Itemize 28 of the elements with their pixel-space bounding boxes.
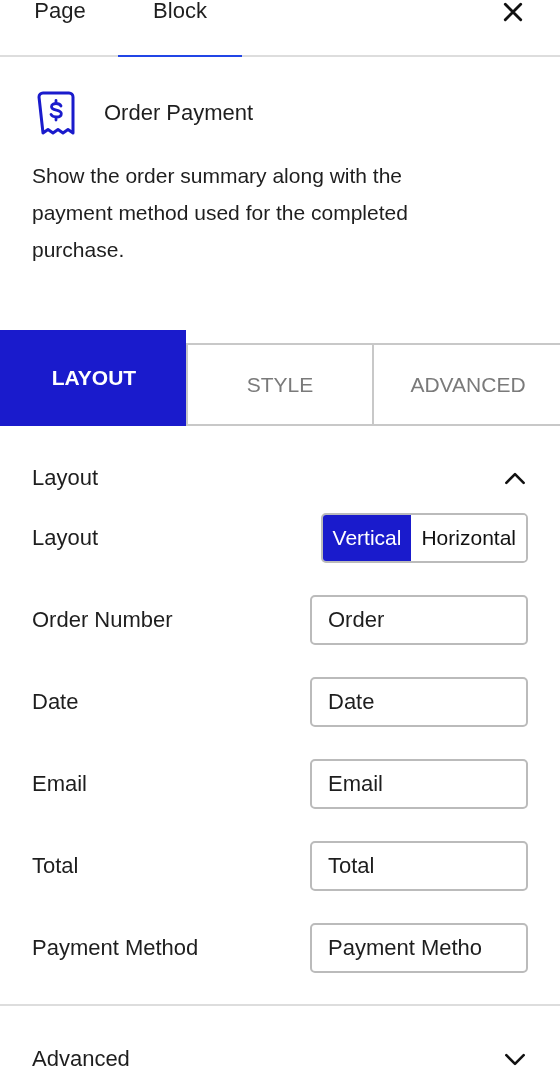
settings-tab[interactable]: STYLE: [186, 343, 372, 426]
text-field[interactable]: Payment Metho: [310, 923, 528, 973]
field-label: Payment Method: [32, 935, 199, 961]
text-field[interactable]: Order: [310, 595, 528, 645]
field-label: Date: [32, 689, 79, 715]
close-icon: [502, 1, 524, 23]
collapse-toggle[interactable]: [504, 1052, 526, 1066]
field-label: Order Number: [32, 607, 173, 633]
text-field[interactable]: Date: [310, 677, 528, 727]
chevron-down-icon: [504, 1052, 526, 1066]
settings-tab[interactable]: ADVANCED: [372, 343, 560, 426]
collapse-toggle[interactable]: [504, 471, 526, 485]
block-title: Order Payment: [104, 100, 254, 126]
receipt-icon: [36, 91, 76, 135]
section-title: Layout: [32, 465, 99, 491]
block-description: Show the order summary along with the payment method used for the completed purchase.: [32, 163, 409, 263]
field-label: Email: [32, 771, 87, 797]
field-label: Total: [32, 853, 79, 879]
panel-tab[interactable]: Block: [118, 0, 242, 57]
toggle-option[interactable]: Vertical: [322, 515, 412, 561]
settings-tab[interactable]: LAYOUT: [0, 330, 186, 426]
close-button[interactable]: [502, 1, 524, 23]
panel-tab[interactable]: Page: [16, 0, 104, 57]
section-title: Advanced: [32, 1046, 130, 1072]
text-field[interactable]: Email: [310, 759, 528, 809]
text-field[interactable]: Total: [310, 841, 528, 891]
field-label: Layout: [32, 525, 99, 551]
chevron-up-icon: [504, 471, 526, 485]
